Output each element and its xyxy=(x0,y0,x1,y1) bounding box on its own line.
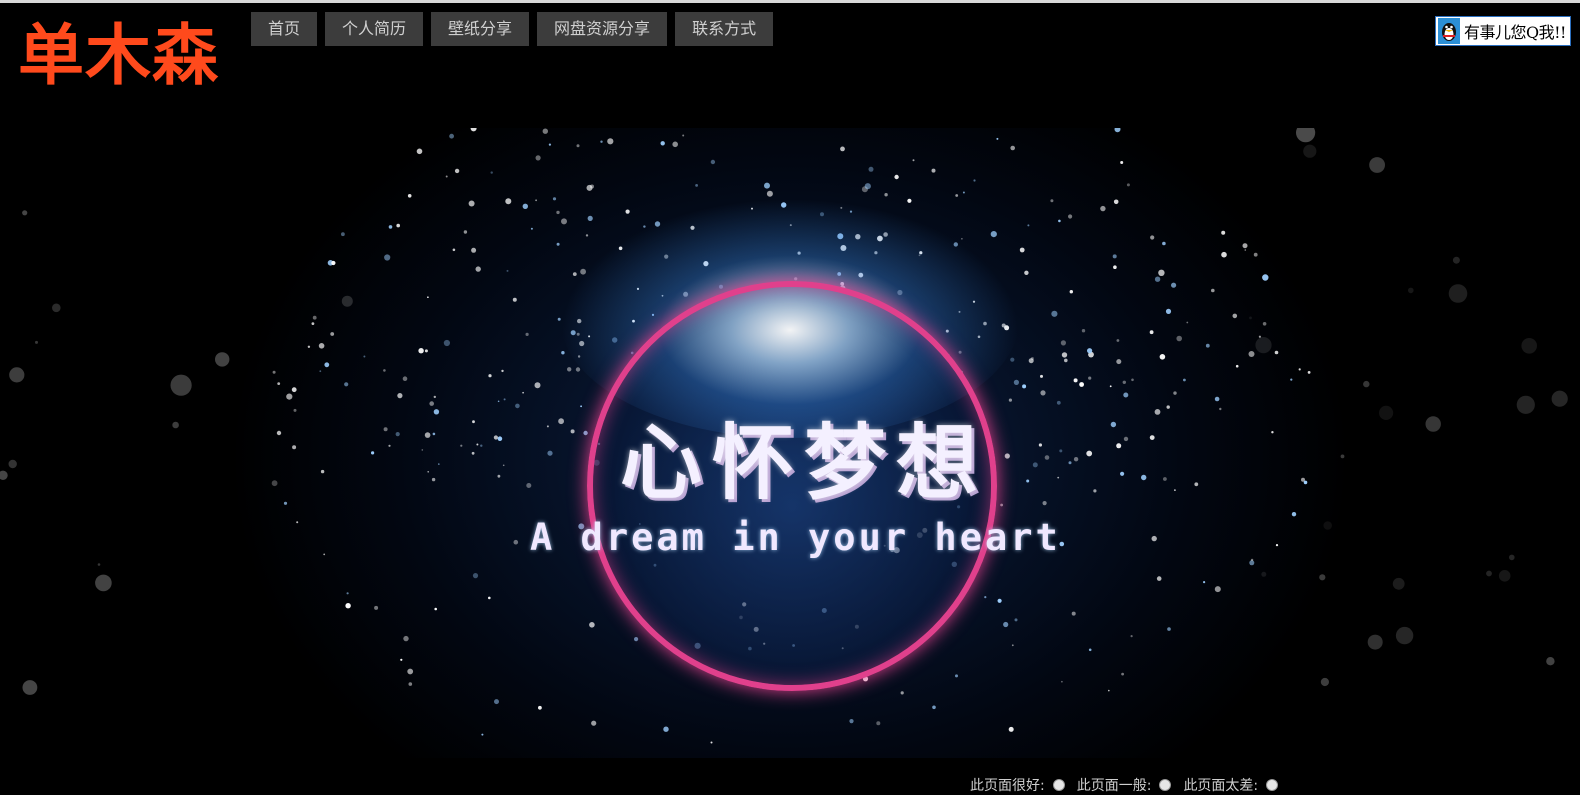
nav-item-home[interactable]: 首页 xyxy=(251,12,318,46)
site-logo[interactable]: 单木森 xyxy=(18,16,219,96)
qq-contact-button[interactable]: 有事儿您Q我!! xyxy=(1435,16,1571,46)
rating-good-radio[interactable] xyxy=(1052,779,1065,791)
rating-ok-radio[interactable] xyxy=(1159,779,1172,791)
top-border xyxy=(0,0,1580,3)
qq-penguin-icon xyxy=(1438,18,1460,44)
hero-title: 心怀梦想 xyxy=(620,416,989,511)
rating-good-label: 此页面很好: xyxy=(970,778,1045,794)
hero-banner: 心怀梦想 A dream in your heart xyxy=(0,128,1580,758)
rating-bad-label: 此页面太差: xyxy=(1183,778,1259,794)
qq-contact-label: 有事儿您Q我!! xyxy=(1464,23,1566,42)
rating-ok-label: 此页面一般: xyxy=(1076,778,1152,794)
main-nav: 首页 个人简历 壁纸分享 网盘资源分享 联系方式 xyxy=(251,12,774,46)
nav-item-resume[interactable]: 个人简历 xyxy=(325,12,424,46)
nav-item-cloud-resources[interactable]: 网盘资源分享 xyxy=(537,12,668,46)
rating-bad-radio[interactable] xyxy=(1266,779,1279,791)
nav-item-contact[interactable]: 联系方式 xyxy=(675,12,774,46)
page-rating: 此页面很好: 此页面一般: 此页面太差: xyxy=(962,775,1279,795)
nav-item-wallpaper[interactable]: 壁纸分享 xyxy=(431,12,530,46)
hero-subtitle: A dream in your heart xyxy=(530,516,1061,559)
